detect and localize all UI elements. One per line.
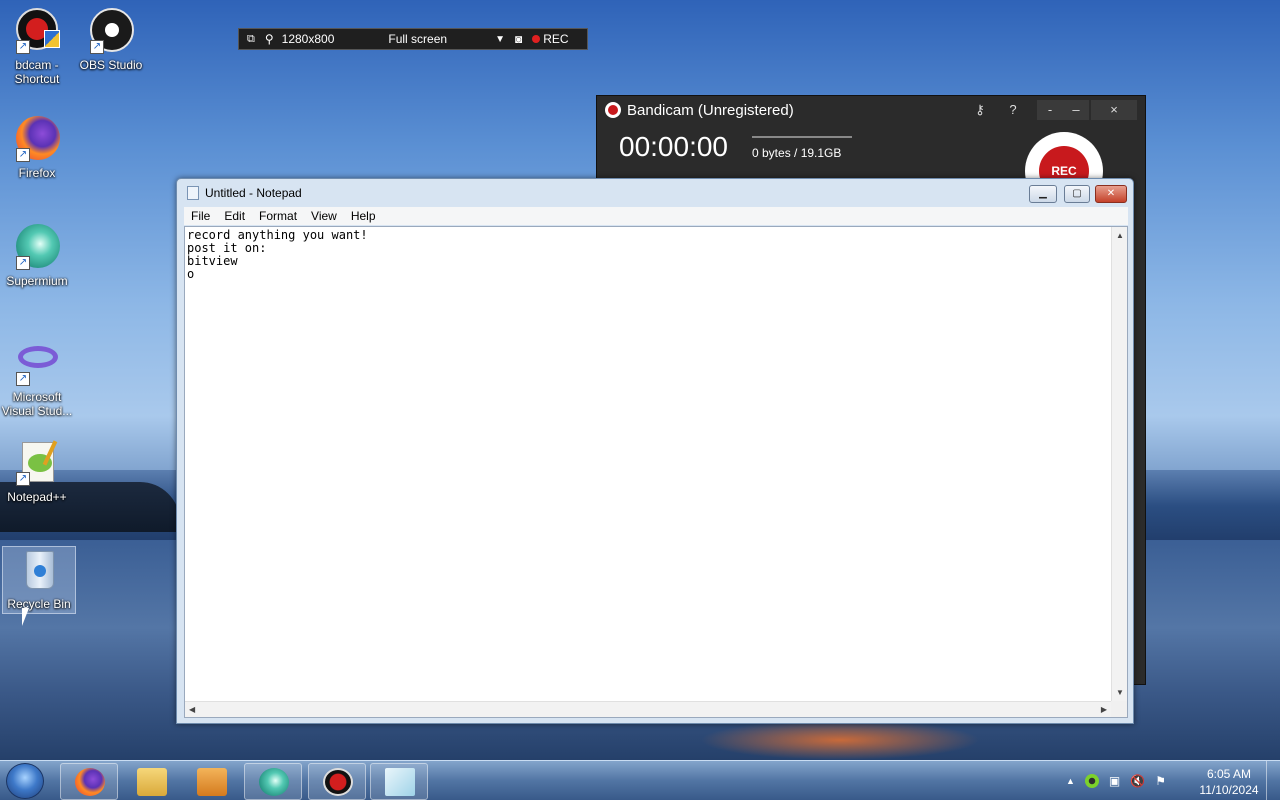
bandicam-toolbar: ⧉ ⚲ 1280x800 Full screen ▼ ◙ REC bbox=[238, 28, 588, 50]
media-player-icon bbox=[197, 768, 227, 796]
bandicam-title: Bandicam (Unregistered) bbox=[627, 101, 794, 119]
bandicam-tray-icon[interactable] bbox=[1084, 774, 1099, 788]
mouse-cursor bbox=[22, 608, 29, 626]
desktop-icon-label: Recycle Bin bbox=[7, 597, 71, 611]
recycle-bin-icon bbox=[16, 547, 62, 593]
obs-icon: ↗ bbox=[88, 8, 134, 54]
show-desktop-button[interactable] bbox=[1266, 761, 1280, 800]
supermium-icon: ↗ bbox=[14, 224, 60, 270]
network-icon[interactable]: ▣ bbox=[1109, 774, 1120, 788]
file-size: 0 bytes / 19.1GB bbox=[752, 146, 842, 160]
scroll-corner bbox=[1111, 701, 1127, 717]
flag-icon[interactable]: ⚑ bbox=[1155, 774, 1166, 788]
camera-icon[interactable]: ◙ bbox=[515, 32, 522, 46]
vertical-scrollbar[interactable]: ▲ ▼ bbox=[1111, 227, 1127, 701]
maximize-button[interactable]: – bbox=[1063, 100, 1089, 120]
system-clock[interactable]: 6:05 AM 11/10/2024 bbox=[1196, 766, 1262, 798]
scroll-right-icon[interactable]: ▶ bbox=[1101, 705, 1107, 714]
notepadpp-icon: ↗ bbox=[14, 440, 60, 486]
window-mode-icon[interactable]: ⧉ bbox=[247, 33, 255, 46]
rec-dot-icon bbox=[532, 35, 541, 43]
bandicam-logo-icon bbox=[605, 102, 621, 118]
desktop-icon-label: Notepad++ bbox=[7, 490, 67, 504]
notepad-icon bbox=[385, 768, 415, 796]
bandicam-icon bbox=[323, 768, 353, 796]
scroll-up-icon[interactable]: ▲ bbox=[1116, 231, 1124, 240]
menu-help[interactable]: Help bbox=[344, 209, 383, 223]
editor-content[interactable]: record anything you want! post it on: bi… bbox=[187, 229, 368, 281]
explorer-icon bbox=[137, 768, 167, 796]
firefox-icon bbox=[75, 768, 105, 796]
desktop-icon-bdcam[interactable]: ↗ bdcam - Shortcut bbox=[0, 8, 74, 86]
notepad-title: Untitled - Notepad bbox=[205, 186, 302, 200]
system-tray: ▲ ▣ 🔇 ⚑ bbox=[1066, 761, 1166, 800]
clock-date: 11/10/2024 bbox=[1199, 783, 1259, 797]
zoom-icon[interactable]: ⚲ bbox=[265, 32, 274, 46]
clock-time: 6:05 AM bbox=[1206, 767, 1252, 781]
notepad-window: Untitled - Notepad ▁ ▢ ✕ File Edit Forma… bbox=[176, 178, 1134, 724]
notepad-icon bbox=[187, 186, 199, 200]
desktop-icon-recycle-bin[interactable]: Recycle Bin bbox=[2, 546, 76, 614]
desktop-icon-label: Firefox bbox=[18, 166, 56, 180]
rec-label[interactable]: REC bbox=[543, 32, 568, 46]
desktop-icon-supermium[interactable]: ↗ Supermium bbox=[0, 224, 74, 288]
taskbar-firefox[interactable] bbox=[60, 763, 118, 800]
chevron-down-icon[interactable]: ▼ bbox=[495, 34, 505, 45]
desktop-icon-visual-studio[interactable]: ↗ Microsoft Visual Stud... bbox=[0, 340, 74, 418]
chevron-up-icon[interactable]: ▲ bbox=[1066, 776, 1075, 786]
close-button[interactable]: × bbox=[1091, 100, 1137, 120]
minimize-button[interactable]: ▁ bbox=[1029, 185, 1057, 203]
close-button[interactable]: ✕ bbox=[1095, 185, 1127, 203]
firefox-icon: ↗ bbox=[14, 116, 60, 162]
recording-timer: 00:00:00 bbox=[619, 131, 728, 162]
desktop-icon-notepadpp[interactable]: ↗ Notepad++ bbox=[0, 440, 74, 504]
key-icon[interactable]: ⚷ bbox=[967, 100, 993, 120]
help-button[interactable]: ? bbox=[1000, 100, 1026, 120]
text-editor[interactable]: record anything you want! post it on: bi… bbox=[184, 226, 1128, 718]
start-button[interactable] bbox=[6, 763, 44, 799]
menu-file[interactable]: File bbox=[184, 209, 217, 223]
taskbar-bandicam[interactable] bbox=[308, 763, 366, 800]
taskbar-explorer[interactable] bbox=[122, 763, 180, 800]
taskbar-media-player[interactable] bbox=[182, 763, 240, 800]
menu-view[interactable]: View bbox=[304, 209, 344, 223]
supermium-icon bbox=[259, 768, 289, 796]
menu-edit[interactable]: Edit bbox=[217, 209, 252, 223]
minimize-button[interactable]: - bbox=[1037, 100, 1063, 120]
taskbar: ▲ ▣ 🔇 ⚑ 6:05 AM 11/10/2024 bbox=[0, 760, 1280, 800]
taskbar-notepad[interactable] bbox=[370, 763, 428, 800]
desktop-icon-firefox[interactable]: ↗ Firefox bbox=[0, 116, 74, 180]
notepad-menubar: File Edit Format View Help bbox=[184, 207, 1128, 225]
mode-label[interactable]: Full screen bbox=[388, 32, 447, 46]
desktop-icon-label: bdcam - Shortcut bbox=[14, 58, 60, 86]
menu-format[interactable]: Format bbox=[252, 209, 304, 223]
scroll-left-icon[interactable]: ◀ bbox=[189, 705, 195, 714]
maximize-button[interactable]: ▢ bbox=[1064, 185, 1090, 203]
progress-line bbox=[752, 136, 852, 138]
desktop-icon-label: Microsoft Visual Stud... bbox=[1, 390, 73, 418]
volume-muted-icon[interactable]: 🔇 bbox=[1130, 774, 1145, 788]
scroll-down-icon[interactable]: ▼ bbox=[1116, 688, 1124, 697]
desktop-icon-label: OBS Studio bbox=[79, 58, 143, 72]
taskbar-supermium[interactable] bbox=[244, 763, 302, 800]
visual-studio-icon: ↗ bbox=[14, 340, 60, 386]
horizontal-scrollbar[interactable]: ◀ ▶ bbox=[185, 701, 1111, 717]
desktop-icon-label: Supermium bbox=[6, 274, 68, 288]
desktop-icon-obs[interactable]: ↗ OBS Studio bbox=[74, 8, 148, 72]
notepad-titlebar: Untitled - Notepad bbox=[177, 179, 1133, 207]
resolution-label: 1280x800 bbox=[281, 32, 335, 46]
bandicam-icon: ↗ bbox=[14, 8, 60, 54]
